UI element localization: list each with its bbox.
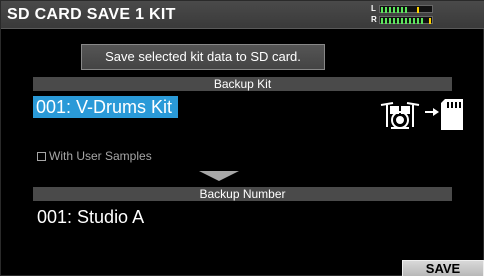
meter-left-segment (401, 7, 403, 13)
drum-kit-icon (380, 102, 420, 129)
save-flow-icons (379, 97, 463, 131)
sd-card-icon (441, 99, 463, 130)
arrow-right-icon (425, 108, 439, 116)
meter-left-segment (381, 7, 383, 13)
checkbox-icon[interactable] (37, 152, 46, 161)
meter-right-track (379, 16, 433, 24)
meter-right-segment (397, 18, 399, 24)
meter-right-peak (429, 18, 431, 24)
meter-right-segment (417, 18, 419, 24)
title-bar: SD CARD SAVE 1 KIT L R (1, 1, 484, 29)
user-samples-option[interactable]: With User Samples (37, 149, 152, 163)
meter-right-segment (389, 18, 391, 24)
meter-left-segment (389, 7, 391, 13)
backup-number-header: Backup Number (33, 187, 452, 201)
meter-right-label: R (371, 15, 377, 24)
user-samples-label: With User Samples (49, 149, 152, 163)
meter-left-segment (405, 7, 407, 13)
screen: SD CARD SAVE 1 KIT L R Save selected kit… (0, 0, 484, 276)
level-meter: L R (371, 4, 437, 26)
info-banner: Save selected kit data to SD card. (81, 44, 325, 70)
page-title: SD CARD SAVE 1 KIT (7, 6, 176, 23)
down-arrow-icon (199, 171, 239, 181)
meter-left-label: L (371, 4, 376, 13)
meter-left-track (379, 5, 433, 13)
meter-left-segment (393, 7, 395, 13)
meter-left-segment (397, 7, 399, 13)
meter-right-segment (405, 18, 407, 24)
backup-kit-header: Backup Kit (33, 77, 452, 91)
backup-number-value[interactable]: 001: Studio A (37, 207, 144, 228)
meter-right-segment (409, 18, 411, 24)
meter-left-peak (417, 7, 419, 13)
meter-right-segment (401, 18, 403, 24)
save-button[interactable]: SAVE (402, 260, 484, 276)
meter-right-segment (393, 18, 395, 24)
meter-right-segment (421, 18, 423, 24)
backup-kit-value[interactable]: 001: V-Drums Kit (33, 96, 178, 118)
meter-right-segment (385, 18, 387, 24)
meter-left-segment (385, 7, 387, 13)
meter-right-segment (413, 18, 415, 24)
meter-right-segment (381, 18, 383, 24)
